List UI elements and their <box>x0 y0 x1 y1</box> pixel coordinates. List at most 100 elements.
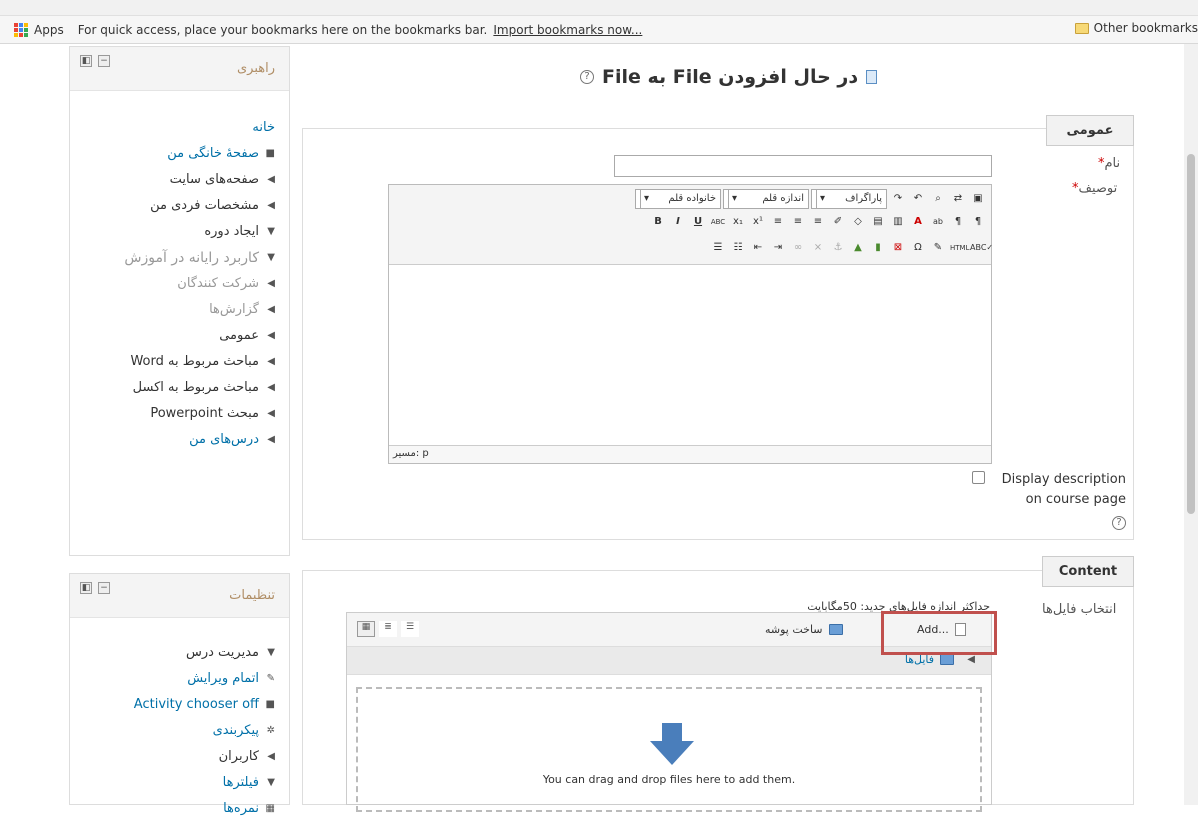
outdent-icon[interactable]: ⇤ <box>749 239 767 257</box>
apps-shortcut[interactable]: Apps <box>14 22 64 37</box>
superscript-icon[interactable]: x¹ <box>749 213 767 231</box>
edit-icon[interactable]: ✎ <box>929 239 947 257</box>
nav-item[interactable]: ▼ ایجاد دوره <box>95 223 275 241</box>
table-icon[interactable]: ⊠ <box>889 239 907 257</box>
find-icon[interactable]: ⌕ <box>929 190 947 208</box>
link-icon[interactable]: ∞ <box>789 239 807 257</box>
nav-item-label: اتمام ویرایش <box>187 671 259 686</box>
strikethrough-icon[interactable]: ABC <box>709 213 727 231</box>
spellcheck-icon[interactable]: ABC✓ <box>969 239 993 257</box>
nav-item-label: پیکربندی <box>212 723 259 738</box>
page-scrollbar[interactable] <box>1184 44 1198 805</box>
help-icon[interactable]: ? <box>580 70 594 84</box>
redo-icon[interactable]: ↷ <box>889 190 907 208</box>
ltr-icon[interactable]: ¶ <box>969 213 987 231</box>
expanded-arrow-icon: ▼ <box>267 647 275 658</box>
paste-text-icon[interactable]: ▥ <box>889 213 907 231</box>
font-size-select[interactable]: اندازه قلم ▾ <box>723 189 809 209</box>
path-arrow-icon: ◀ <box>967 654 975 665</box>
paste-word-icon[interactable]: ▤ <box>869 213 887 231</box>
nav-item[interactable]: ◀ مباحث مربوط به Word <box>95 353 275 371</box>
align-right-icon[interactable]: ≡ <box>769 213 787 231</box>
collapsed-arrow-icon: ◀ <box>267 408 275 419</box>
numbered-list-icon[interactable]: ☷ <box>729 239 747 257</box>
tree-view-icon[interactable]: ☰ <box>401 621 419 637</box>
nav-item-label: گزارش‌ها <box>209 302 259 317</box>
background-color-icon[interactable]: ab <box>929 213 947 231</box>
scrollbar-thumb[interactable] <box>1187 154 1195 514</box>
nav-item[interactable]: ◀ شرکت کنندگان <box>95 275 275 293</box>
nav-item[interactable]: ◀ گزارش‌ها <box>95 301 275 319</box>
underline-icon[interactable]: U <box>689 213 707 231</box>
item-icon: ▼ <box>267 777 275 788</box>
icon-view-icon[interactable]: ▦ <box>357 621 375 637</box>
nav-item[interactable]: ■ Activity chooser off <box>75 696 275 714</box>
indent-icon[interactable]: ⇥ <box>769 239 787 257</box>
nav-item[interactable]: ◀ صفحه‌های سایت <box>95 171 275 189</box>
nav-item[interactable]: ◀ مبحث Powerpoint <box>95 405 275 423</box>
nav-item[interactable]: ◀ مشخصات فردی من <box>95 197 275 215</box>
name-field[interactable] <box>614 155 992 177</box>
nav-item-label: مباحث مربوط به اکسل <box>132 380 259 395</box>
editor-toolbar: خانواده قلم ▾ اندازه قلم ▾ پاراگراف ▾ ↷ ↶ ⌕… <box>389 185 993 265</box>
nav-item-label: صفحهٔ خانگی من <box>167 146 259 161</box>
nav-item-label: مدیریت درس <box>185 645 259 660</box>
eraser-icon[interactable]: ◇ <box>849 213 867 231</box>
align-left-icon[interactable]: ≡ <box>809 213 827 231</box>
expanded-arrow-icon: ▼ <box>267 252 275 263</box>
html-icon[interactable]: HTML <box>949 239 969 257</box>
nav-item[interactable]: ✎ اتمام ویرایش <box>75 670 275 688</box>
italic-icon[interactable]: I <box>669 213 687 231</box>
rtl-icon[interactable]: ¶ <box>949 213 967 231</box>
list-view-icon[interactable]: ≣ <box>379 621 397 637</box>
align-center-icon[interactable]: ≡ <box>789 213 807 231</box>
nav-item[interactable]: ◀ مباحث مربوط به اکسل <box>95 379 275 397</box>
font-family-select[interactable]: خانواده قلم ▾ <box>635 189 721 209</box>
nav-item[interactable]: ▦ نمره‌ها <box>75 800 275 818</box>
nav-item[interactable]: ✲ پیکربندی <box>75 722 275 740</box>
nav-item-label: شرکت کنندگان <box>177 276 259 291</box>
browser-top-strip <box>0 0 1198 16</box>
collapsed-arrow-icon: ◀ <box>267 200 275 211</box>
nav-item[interactable]: ▼ فیلترها <box>75 774 275 792</box>
anchor-icon[interactable]: ⚓ <box>829 239 847 257</box>
block-header: ◧ − راهبری <box>70 47 289 91</box>
bold-icon[interactable]: B <box>649 213 667 231</box>
content-legend[interactable]: Content <box>1042 556 1134 587</box>
bookmarks-hint: For quick access, place your bookmarks h… <box>77 22 488 37</box>
collapse-icon[interactable]: − <box>98 582 110 594</box>
nav-item[interactable]: ▼ مدیریت درس <box>75 644 275 662</box>
subscript-icon[interactable]: x₁ <box>729 213 747 231</box>
create-folder-button[interactable]: ساخت پوشه <box>765 623 848 636</box>
help-icon[interactable]: ? <box>1112 516 1126 530</box>
text-color-icon[interactable]: A <box>909 213 927 231</box>
nav-item[interactable]: ◀ درس‌های من <box>95 431 275 449</box>
collapse-icon[interactable]: − <box>98 55 110 67</box>
display-description-checkbox[interactable] <box>972 471 985 484</box>
bullet-list-icon[interactable]: ☰ <box>709 239 727 257</box>
nav-item[interactable]: ◀ کاربران <box>75 748 275 766</box>
other-bookmarks[interactable]: Other bookmarks <box>1074 21 1198 35</box>
dock-icon[interactable]: ◧ <box>80 55 92 67</box>
page-title-text: در حال افزودن File به File <box>602 66 859 88</box>
media-icon[interactable]: ▮ <box>869 239 887 257</box>
special-char-icon[interactable]: Ω <box>909 239 927 257</box>
replace-icon[interactable]: ⇄ <box>949 190 967 208</box>
paragraph-select[interactable]: پاراگراف ▾ <box>811 189 887 209</box>
unlink-icon[interactable]: ⨯ <box>809 239 827 257</box>
drop-hint: You can drag and drop files here to add … <box>542 773 796 786</box>
fullscreen-icon[interactable]: ▣ <box>969 190 987 208</box>
dock-icon[interactable]: ◧ <box>80 582 92 594</box>
drop-zone[interactable]: You can drag and drop files here to add … <box>356 687 982 812</box>
import-bookmarks-link[interactable]: Import bookmarks now... <box>493 23 642 37</box>
nav-item[interactable]: خانه <box>95 119 275 137</box>
undo-icon[interactable]: ↶ <box>909 190 927 208</box>
clean-icon[interactable]: ✐ <box>829 213 847 231</box>
collapsed-arrow-icon: ◀ <box>267 382 275 393</box>
nav-item[interactable]: ◀ عمومی <box>95 327 275 345</box>
image-icon[interactable]: ▲ <box>849 239 867 257</box>
nav-item[interactable]: ■ صفحهٔ خانگی من <box>95 145 275 163</box>
general-legend[interactable]: عمومی <box>1046 115 1134 146</box>
description-editor[interactable]: خانواده قلم ▾ اندازه قلم ▾ پاراگراف ▾ ↷ ↶ ⌕… <box>388 184 993 464</box>
nav-item[interactable]: ▼ کاربرد رایانه در آموزش <box>95 249 275 267</box>
